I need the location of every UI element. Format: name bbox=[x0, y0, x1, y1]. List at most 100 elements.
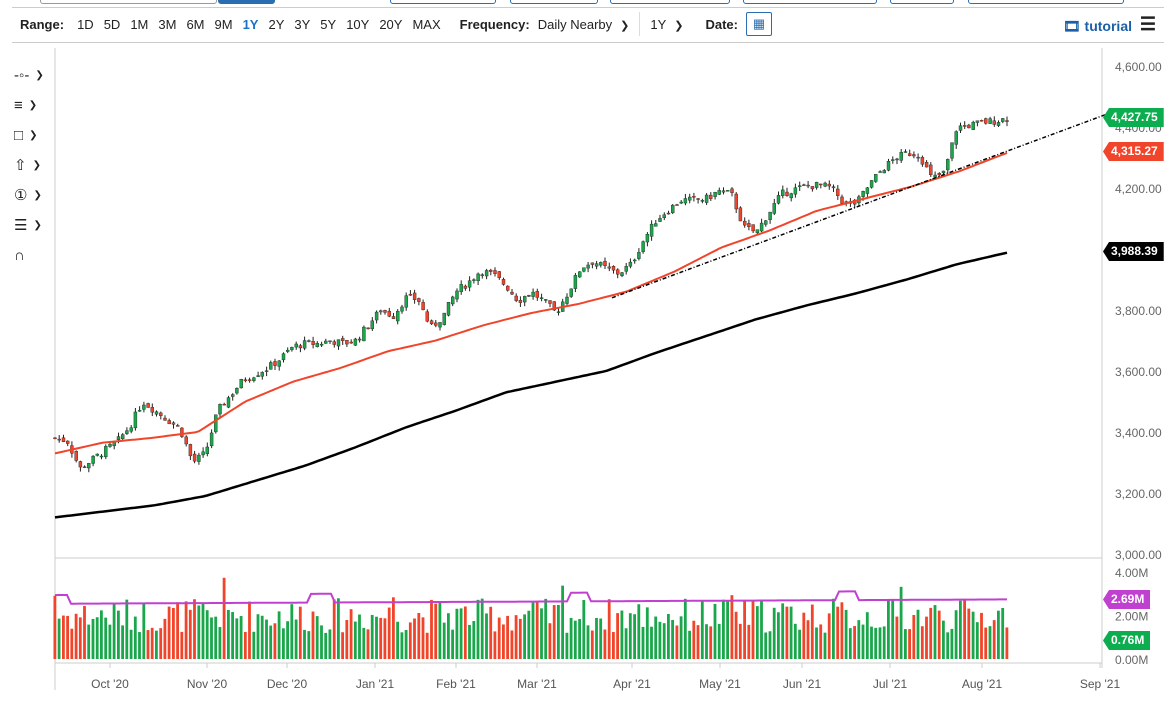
volume-bar bbox=[566, 633, 569, 659]
volume-bar bbox=[299, 607, 302, 659]
candle-body bbox=[866, 188, 869, 194]
volume-bar bbox=[824, 633, 827, 659]
candle-body bbox=[925, 162, 928, 167]
candle-body bbox=[934, 175, 937, 177]
volume-bar bbox=[223, 578, 226, 659]
volume-bar bbox=[714, 604, 717, 659]
volume-bar bbox=[54, 596, 57, 659]
volume-bar bbox=[151, 628, 154, 659]
candle-body bbox=[963, 125, 966, 126]
volume-bar bbox=[629, 613, 632, 659]
volume-bar bbox=[688, 631, 691, 659]
volume-bar bbox=[972, 612, 975, 659]
volume-bar bbox=[841, 602, 844, 659]
candle-body bbox=[676, 205, 679, 206]
candle-body bbox=[464, 286, 467, 288]
volume-bar bbox=[206, 610, 209, 659]
candle-body bbox=[519, 300, 522, 302]
candle-body bbox=[582, 268, 585, 272]
candle-body bbox=[692, 196, 695, 197]
volume-bar bbox=[261, 616, 264, 659]
candle-body bbox=[637, 252, 640, 258]
volume-bar bbox=[155, 631, 158, 659]
volume-tick-label: 2.00M bbox=[1115, 610, 1148, 624]
volume-bar bbox=[62, 616, 65, 659]
volume-bar bbox=[807, 620, 810, 659]
volume-bar bbox=[96, 617, 99, 659]
volume-bar bbox=[883, 626, 886, 659]
volume-bar bbox=[760, 601, 763, 659]
candle-body bbox=[362, 327, 365, 341]
volume-bar bbox=[489, 607, 492, 659]
candle-body bbox=[959, 126, 962, 131]
candle-body bbox=[214, 415, 217, 432]
volume-bar bbox=[468, 625, 471, 659]
candle-body bbox=[134, 412, 137, 428]
volume-bar bbox=[637, 604, 640, 659]
candle-body bbox=[456, 291, 459, 299]
candle-body bbox=[244, 380, 247, 381]
candle-body bbox=[231, 395, 234, 397]
volume-bar bbox=[316, 616, 319, 659]
volume-bar bbox=[857, 620, 860, 659]
volume-bar bbox=[252, 632, 255, 659]
y-tick-label: 3,600.00 bbox=[1115, 365, 1162, 379]
candle-body bbox=[58, 439, 61, 440]
volume-bar bbox=[434, 604, 437, 659]
volume-bar bbox=[929, 608, 932, 659]
volume-bar bbox=[176, 602, 179, 659]
candle-body bbox=[350, 342, 353, 343]
candle-body bbox=[646, 234, 649, 242]
volume-bar bbox=[324, 633, 327, 659]
candle-body bbox=[489, 270, 492, 271]
candle-body bbox=[202, 452, 205, 455]
candle-body bbox=[87, 463, 90, 468]
volume-bar bbox=[189, 610, 192, 659]
volume-bar bbox=[870, 627, 873, 659]
candle-body bbox=[354, 339, 357, 345]
volume-bar bbox=[125, 600, 128, 659]
volume-bar bbox=[337, 598, 340, 659]
volume-bar bbox=[185, 601, 188, 659]
candle-body bbox=[612, 266, 615, 270]
volume-bar bbox=[553, 605, 556, 659]
volume-bar bbox=[595, 618, 598, 659]
candle-body bbox=[917, 157, 920, 158]
candle-body bbox=[269, 362, 272, 369]
volume-bar bbox=[214, 617, 217, 659]
candle-body bbox=[828, 184, 831, 186]
volume-bar bbox=[456, 609, 459, 659]
volume-last-tag: 0.76M bbox=[1103, 631, 1150, 650]
volume-bar bbox=[676, 626, 679, 659]
volume-bar bbox=[989, 626, 992, 659]
volume-bar bbox=[447, 613, 450, 659]
volume-bar bbox=[523, 614, 526, 659]
candle-body bbox=[121, 435, 124, 439]
volume-bar bbox=[832, 599, 835, 659]
candle-body bbox=[967, 125, 970, 128]
volume-bar bbox=[849, 628, 852, 659]
volume-bar bbox=[705, 624, 708, 659]
price-chart[interactable]: 4,600.004,400.004,200.004,000.003,800.00… bbox=[0, 0, 1174, 707]
volume-bar bbox=[134, 617, 137, 659]
volume-bar bbox=[138, 632, 141, 659]
candle-body bbox=[282, 354, 285, 360]
volume-bar bbox=[362, 628, 365, 659]
volume-bar bbox=[379, 618, 382, 659]
ma50-tag: 4,315.27 bbox=[1103, 142, 1164, 161]
volume-bar bbox=[650, 627, 653, 659]
candle-body bbox=[536, 291, 539, 297]
candle-body bbox=[223, 404, 226, 405]
volume-bar bbox=[333, 599, 336, 659]
candle-body bbox=[811, 186, 814, 189]
candle-body bbox=[392, 316, 395, 318]
candle-body bbox=[261, 372, 264, 376]
candle-body bbox=[608, 267, 611, 268]
volume-bar bbox=[231, 612, 234, 659]
candle-body bbox=[333, 342, 336, 345]
volume-bar bbox=[269, 626, 272, 659]
volume-bar bbox=[752, 601, 755, 659]
volume-bar bbox=[417, 613, 420, 659]
candle-body bbox=[942, 171, 945, 173]
candle-body bbox=[1001, 118, 1004, 121]
